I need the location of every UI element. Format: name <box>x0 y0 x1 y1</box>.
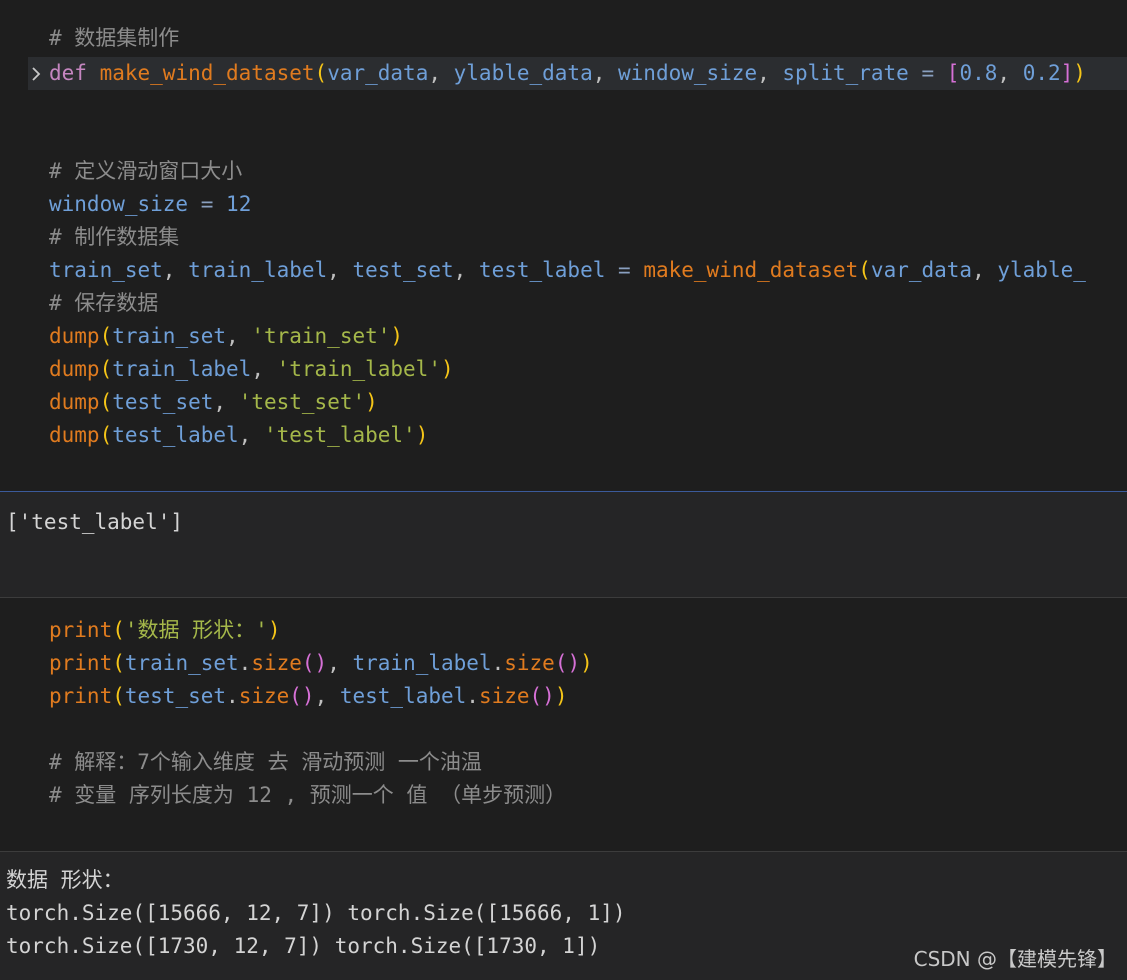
code-line: dump(test_set, 'test_set') <box>49 390 378 414</box>
argument: var_data <box>870 258 973 282</box>
output-line: torch.Size([15666, 12, 7]) torch.Size([1… <box>6 901 626 925</box>
variable: test_label <box>339 684 467 708</box>
function-call: dump <box>49 357 100 381</box>
argument: train_set <box>112 324 227 348</box>
param: window_size <box>618 61 758 85</box>
chevron-right-icon[interactable] <box>30 57 42 90</box>
string: 'test_label' <box>263 423 416 447</box>
function-call: print <box>49 684 113 708</box>
method-call: size <box>504 651 555 675</box>
output-cell-1: ['test_label'] <box>0 492 1127 597</box>
code-line: dump(train_label, 'train_label') <box>49 357 454 381</box>
method-call: size <box>238 684 290 708</box>
variable: window_size <box>49 192 189 216</box>
argument: test_label <box>112 423 239 447</box>
operator: = <box>921 61 935 85</box>
number: 0.2 <box>1022 61 1061 85</box>
code-line: dump(test_label, 'test_label') <box>49 423 429 447</box>
number: 0.8 <box>959 61 998 85</box>
argument: train_label <box>112 357 252 381</box>
param: ylable_data <box>453 61 593 85</box>
operator: = <box>200 192 214 216</box>
variable: test_label <box>478 258 606 282</box>
function-call: make_wind_dataset <box>643 258 859 282</box>
string: 'train_set' <box>251 324 391 348</box>
number: 12 <box>226 192 252 216</box>
param: var_data <box>327 61 429 85</box>
code-line: dump(train_set, 'train_set') <box>49 324 404 348</box>
comment-line: # 制作数据集 <box>49 225 180 249</box>
string: 'train_label' <box>276 357 441 381</box>
variable: train_label <box>188 258 328 282</box>
comment-line: # 保存数据 <box>49 291 159 315</box>
def-line: def make_wind_dataset(var_data, ylable_d… <box>49 61 1086 85</box>
code-line: print(test_set.size(), test_label.size()… <box>49 684 568 708</box>
param: split_rate <box>782 61 909 85</box>
variable: test_set <box>124 684 227 708</box>
code-line: train_set, train_label, test_set, test_l… <box>49 258 1086 282</box>
variable: train_label <box>352 651 492 675</box>
output-line: 数据 形状： <box>6 868 124 892</box>
output-line: ['test_label'] <box>6 510 184 534</box>
def-keyword: def <box>49 61 87 85</box>
variable: train_set <box>49 258 163 282</box>
method-call: size <box>478 684 530 708</box>
argument: ylable_ <box>997 258 1086 282</box>
comment-line: # 数据集制作 <box>49 26 180 50</box>
function-name: make_wind_dataset <box>99 61 315 85</box>
function-call: dump <box>49 390 100 414</box>
variable: test_set <box>352 258 454 282</box>
function-call: print <box>49 618 113 642</box>
comment-line: # 解释：7个输入维度 去 滑动预测 一个油温 <box>49 750 482 774</box>
variable: train_set <box>124 651 239 675</box>
comment-line: # 定义滑动窗口大小 <box>49 159 243 183</box>
code-cell-1[interactable]: # 数据集制作 def make_wind_dataset(var_data, … <box>0 0 1127 490</box>
comment-line: # 变量 序列长度为 12 , 预测一个 值 （单步预测） <box>49 783 567 807</box>
string: '数据 形状：' <box>124 618 268 642</box>
function-call: dump <box>49 423 100 447</box>
function-call: print <box>49 651 113 675</box>
argument: test_set <box>112 390 214 414</box>
operator: = <box>618 258 631 282</box>
watermark: CSDN @【建模先锋】 <box>913 947 1117 971</box>
function-call: dump <box>49 324 100 348</box>
code-line: print(train_set.size(), train_label.size… <box>49 651 593 675</box>
code-cell-2[interactable]: print('数据 形状：') print(train_set.size(), … <box>0 598 1127 851</box>
output-line: torch.Size([1730, 12, 7]) torch.Size([17… <box>6 934 601 958</box>
method-call: size <box>251 651 302 675</box>
string: 'test_set' <box>238 390 366 414</box>
code-line: window_size = 12 <box>49 188 1127 221</box>
code-line: print('数据 形状：') <box>49 618 281 642</box>
